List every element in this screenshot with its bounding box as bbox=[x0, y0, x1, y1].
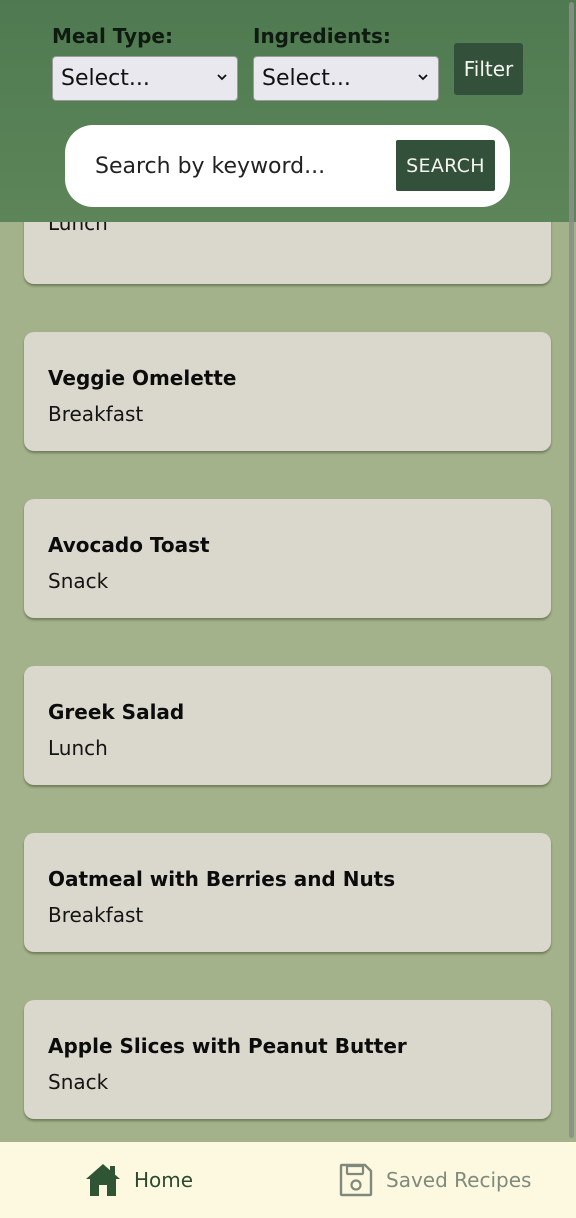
search-button[interactable]: SEARCH bbox=[396, 140, 495, 191]
ingredients-label: Ingredients: bbox=[253, 24, 391, 48]
recipe-title: Oatmeal with Berries and Nuts bbox=[48, 867, 396, 891]
recipe-title: Greek Salad bbox=[48, 700, 185, 724]
filter-button[interactable]: Filter bbox=[454, 43, 523, 95]
recipe-card[interactable]: Avocado Toast Snack bbox=[24, 499, 551, 618]
nav-saved-recipes-label: Saved Recipes bbox=[386, 1168, 532, 1192]
scrollbar-thumb[interactable] bbox=[569, 2, 574, 1138]
meal-type-select[interactable]: Select... bbox=[52, 56, 238, 101]
ingredients-select[interactable]: Select... bbox=[253, 56, 439, 101]
chevron-down-icon bbox=[418, 74, 428, 81]
meal-type-selected-value: Select... bbox=[61, 66, 150, 91]
chevron-down-icon bbox=[217, 74, 227, 81]
search-input[interactable] bbox=[95, 145, 385, 187]
recipe-title: Avocado Toast bbox=[48, 533, 210, 557]
recipe-meal-type: Breakfast bbox=[48, 402, 144, 426]
scrollbar[interactable] bbox=[568, 0, 576, 1142]
save-icon bbox=[339, 1163, 373, 1197]
recipe-card[interactable]: Greek Salad Lunch bbox=[24, 666, 551, 785]
recipe-meal-type: Snack bbox=[48, 569, 109, 593]
home-icon bbox=[86, 1164, 120, 1196]
nav-home-label: Home bbox=[134, 1168, 194, 1192]
recipe-title: Veggie Omelette bbox=[48, 366, 237, 390]
bottom-nav: Home Saved Recipes bbox=[0, 1142, 576, 1218]
recipe-meal-type: Breakfast bbox=[48, 903, 144, 927]
nav-home[interactable]: Home bbox=[84, 1142, 193, 1218]
ingredients-selected-value: Select... bbox=[262, 66, 351, 91]
recipe-meal-type: Lunch bbox=[48, 736, 108, 760]
recipe-title: Apple Slices with Peanut Butter bbox=[48, 1034, 407, 1058]
filter-header: Meal Type: Select... Ingredients: Select… bbox=[0, 0, 576, 222]
recipe-card[interactable]: Veggie Omelette Breakfast bbox=[24, 332, 551, 451]
search-bar: SEARCH bbox=[65, 125, 510, 207]
recipe-card[interactable]: Oatmeal with Berries and Nuts Breakfast bbox=[24, 833, 551, 952]
nav-saved-recipes[interactable]: Saved Recipes bbox=[338, 1142, 531, 1218]
recipe-meal-type: Snack bbox=[48, 1070, 109, 1094]
recipe-card[interactable]: Apple Slices with Peanut Butter Snack bbox=[24, 1000, 551, 1119]
meal-type-label: Meal Type: bbox=[52, 24, 173, 48]
recipe-list: Lunch Veggie Omelette Breakfast Avocado … bbox=[24, 165, 551, 1142]
